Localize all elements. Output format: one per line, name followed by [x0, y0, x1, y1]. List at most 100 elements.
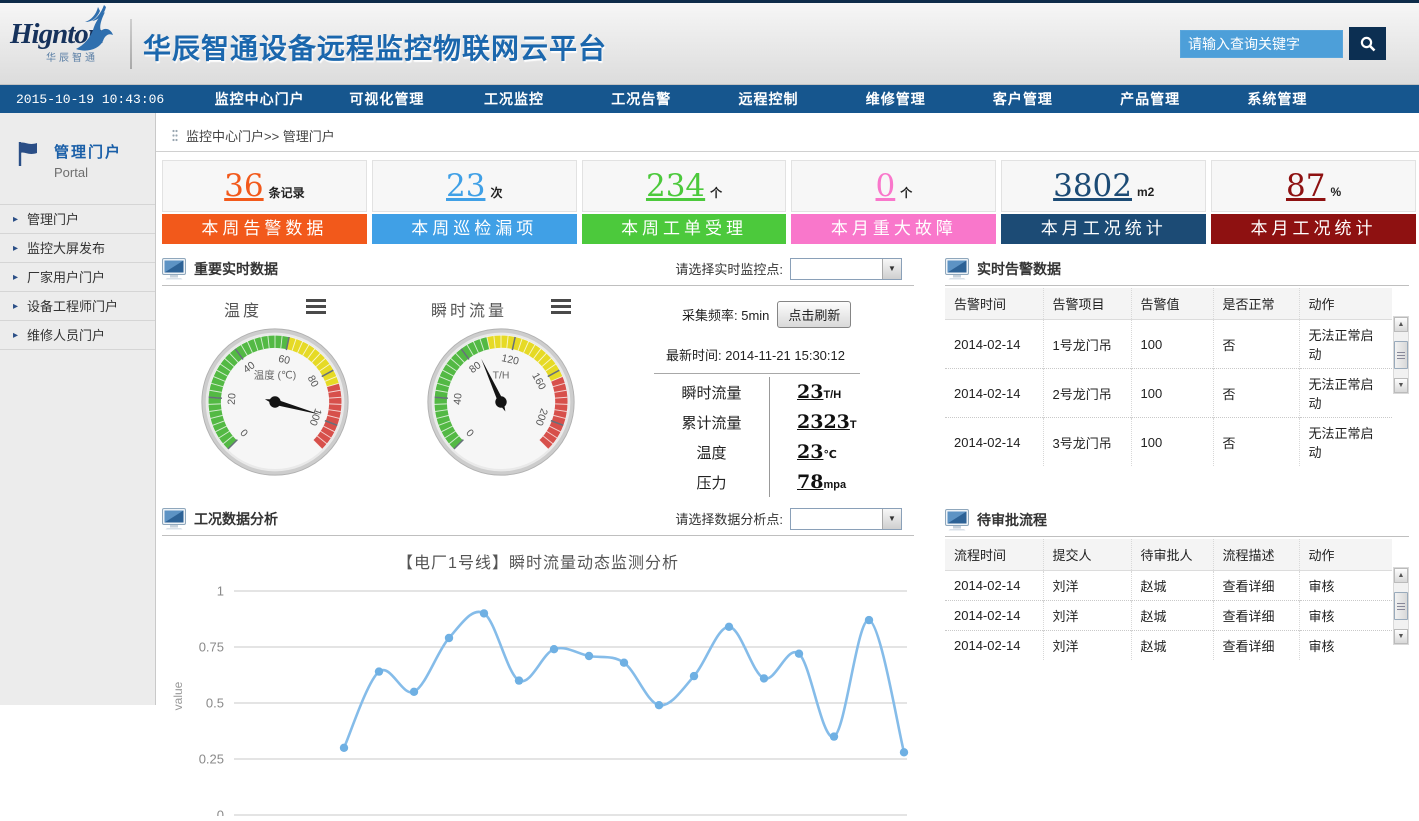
stat-card-value[interactable]: 234: [646, 168, 705, 204]
nav-item-5[interactable]: 维修管理: [832, 89, 959, 109]
svg-text:T/H: T/H: [493, 370, 510, 381]
analysis-section-title: 工况数据分析: [194, 509, 278, 529]
temperature-gauge: 020406080100温度 (℃): [199, 326, 351, 478]
stat-card-value[interactable]: 87: [1286, 168, 1325, 204]
metric-unit: T: [850, 419, 857, 431]
metric-value-cell: 2323T: [769, 407, 857, 437]
table-cell: 无法正常启动: [1299, 418, 1392, 467]
stat-card-value[interactable]: 23: [446, 168, 485, 204]
table-cell[interactable]: 查看详细: [1213, 601, 1299, 631]
scroll-down-icon[interactable]: [1394, 629, 1408, 644]
table-cell[interactable]: 审核: [1299, 631, 1392, 661]
alarm-table-scrollbar[interactable]: [1393, 316, 1409, 394]
approval-panel-header: 待审批流程: [945, 505, 1409, 537]
monitor-icon: [162, 508, 186, 530]
stat-card-value[interactable]: 0: [876, 168, 896, 204]
stat-card-label[interactable]: 本月工况统计: [1001, 214, 1206, 244]
stat-card-5: 87% 本月工况统计: [1211, 160, 1416, 244]
metric-row-0: 瞬时流量23T/H: [654, 377, 860, 407]
table-row: 2014-02-14刘洋赵城查看详细审核: [945, 571, 1392, 601]
table-row: 2014-02-141号龙门吊100否无法正常启动: [945, 320, 1392, 369]
metric-row-3: 压力78mpa: [654, 467, 860, 497]
approval-panel: 待审批流程 流程时间提交人待审批人流程描述动作2014-02-14刘洋赵城查看详…: [945, 505, 1409, 660]
metric-value: 23: [797, 381, 823, 403]
chevron-down-icon: [882, 509, 901, 529]
table-cell: 刘洋: [1043, 601, 1131, 631]
analysis-point-select[interactable]: [790, 508, 902, 530]
svg-text:1: 1: [217, 584, 224, 599]
search-input[interactable]: [1180, 30, 1343, 58]
content-area: 36条记录本周告警数据23次本周巡检漏项234个本周工单受理0个本月重大故障38…: [156, 151, 1419, 705]
table-header-row: 流程时间提交人待审批人流程描述动作: [945, 539, 1392, 571]
portal-title: 管理门户: [54, 141, 122, 162]
flow-line-chart: 10.750.50.250value: [162, 576, 914, 816]
nav-item-2[interactable]: 工况监控: [450, 89, 577, 109]
stat-card-label[interactable]: 本周告警数据: [162, 214, 367, 244]
refresh-button[interactable]: 点击刷新: [777, 301, 851, 328]
chevron-down-icon: [882, 259, 901, 279]
sidebar-item-2[interactable]: 厂家用户门户: [0, 263, 155, 292]
table-cell[interactable]: 审核: [1299, 571, 1392, 601]
search-button[interactable]: [1349, 27, 1386, 60]
stat-card-label[interactable]: 本月重大故障: [791, 214, 996, 244]
scroll-up-icon[interactable]: [1394, 317, 1408, 332]
monitor-icon: [945, 509, 969, 531]
stat-card-label[interactable]: 本周巡检漏项: [372, 214, 577, 244]
table-cell: 2014-02-14: [945, 418, 1043, 467]
scrollbar-thumb[interactable]: [1394, 592, 1408, 620]
table-cell: 2014-02-14: [945, 320, 1043, 369]
nav-item-6[interactable]: 客户管理: [959, 89, 1086, 109]
sidebar-item-3[interactable]: 设备工程师门户: [0, 292, 155, 321]
gauge-block-flow: 瞬时流量 04080120160200T/H: [388, 286, 614, 504]
monitor-point-select[interactable]: [790, 258, 902, 280]
gauge-title-temperature: 温度: [224, 297, 262, 321]
sidebar-menu: 管理门户监控大屏发布厂家用户门户设备工程师门户维修人员门户: [0, 204, 155, 350]
table-cell: 否: [1213, 369, 1299, 418]
breadcrumb[interactable]: 监控中心门户>> 管理门户: [172, 126, 335, 145]
table-cell: 100: [1131, 369, 1213, 418]
nav-item-7[interactable]: 产品管理: [1087, 89, 1214, 109]
stat-card-unit: 条记录: [269, 184, 305, 201]
breadcrumb-text: 监控中心门户>> 管理门户: [186, 126, 335, 145]
header-divider: [130, 19, 132, 69]
approval-table-scrollbar[interactable]: [1393, 567, 1409, 645]
nav-item-8[interactable]: 系统管理: [1214, 89, 1341, 109]
metric-name: 累计流量: [654, 407, 769, 437]
svg-text:0.75: 0.75: [199, 640, 224, 655]
nav-item-1[interactable]: 可视化管理: [323, 89, 450, 109]
stat-card-label[interactable]: 本周工单受理: [582, 214, 787, 244]
sidebar-item-0[interactable]: 管理门户: [0, 205, 155, 234]
table-cell[interactable]: 查看详细: [1213, 631, 1299, 661]
table-cell[interactable]: 查看详细: [1213, 571, 1299, 601]
scroll-up-icon[interactable]: [1394, 568, 1408, 583]
metric-name: 温度: [654, 437, 769, 467]
svg-text:40: 40: [453, 393, 465, 406]
stat-card-unit: %: [1330, 185, 1341, 199]
scroll-down-icon[interactable]: [1394, 378, 1408, 393]
metric-value: 78: [797, 471, 823, 493]
metric-value-cell: 23T/H: [769, 377, 841, 407]
gauge-menu-icon[interactable]: [551, 299, 571, 319]
gauge-menu-icon[interactable]: [306, 299, 326, 319]
scrollbar-thumb[interactable]: [1394, 341, 1408, 369]
monitor-point-select-label: 请选择实时监控点:: [675, 259, 783, 278]
nav-item-4[interactable]: 远程控制: [705, 89, 832, 109]
metric-name: 瞬时流量: [654, 377, 769, 407]
table-row: 2014-02-14刘洋赵城查看详细审核: [945, 631, 1392, 661]
stat-card-value[interactable]: 36: [224, 168, 263, 204]
table-cell: 赵城: [1131, 631, 1213, 661]
table-cell[interactable]: 审核: [1299, 601, 1392, 631]
logo: Hignton 华辰智通: [10, 19, 132, 64]
approval-panel-title: 待审批流程: [977, 510, 1047, 530]
nav-item-3[interactable]: 工况告警: [578, 89, 705, 109]
stat-card-0: 36 条记录本周告警数据: [162, 160, 367, 244]
stat-card-label[interactable]: 本月工况统计: [1211, 214, 1416, 244]
stat-card-value[interactable]: 3802: [1053, 168, 1132, 204]
sidebar-item-4[interactable]: 维修人员门户: [0, 321, 155, 350]
nav-item-0[interactable]: 监控中心门户: [196, 89, 323, 109]
table-header-cell: 流程描述: [1213, 539, 1299, 571]
alarm-panel-title: 实时告警数据: [977, 259, 1061, 279]
monitor-icon: [945, 258, 969, 280]
sidebar: 管理门户 Portal 管理门户监控大屏发布厂家用户门户设备工程师门户维修人员门…: [0, 113, 156, 705]
sidebar-item-1[interactable]: 监控大屏发布: [0, 234, 155, 263]
